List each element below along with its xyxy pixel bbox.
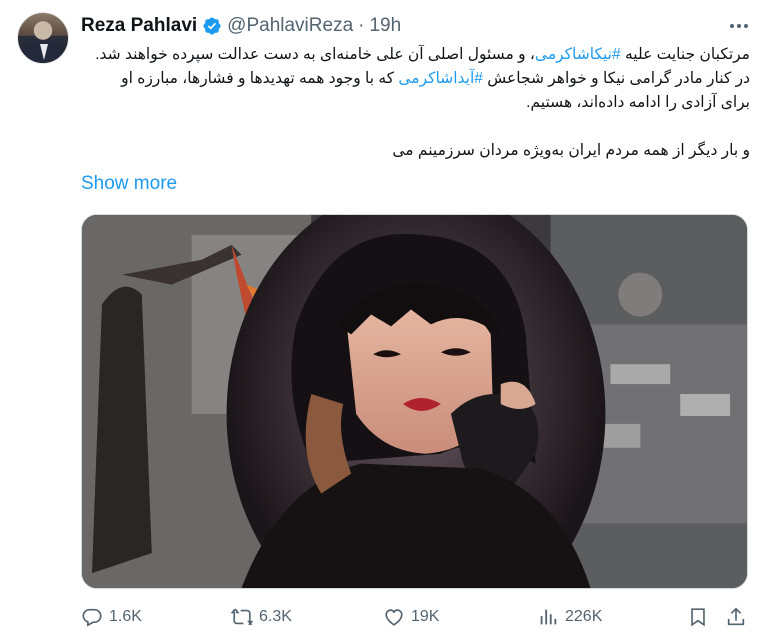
tweet-text-line: برای آزادی را ادامه داده‌اند، هستیم. bbox=[81, 91, 750, 115]
like-button[interactable]: 19K bbox=[383, 606, 439, 628]
tweet-text-segment: و بار دیگر از همه مردم ایران به‌ویژه مرد… bbox=[392, 142, 750, 159]
bookmark-icon bbox=[691, 608, 705, 627]
author-handle[interactable]: @PahlaviReza bbox=[227, 15, 353, 37]
repost-icon bbox=[231, 608, 253, 626]
tweet-text-line: و بار دیگر از همه مردم ایران به‌ویژه مرد… bbox=[81, 139, 750, 163]
separator-dot: · bbox=[358, 15, 365, 36]
author-avatar[interactable] bbox=[17, 12, 69, 64]
hashtag-link[interactable]: #آیداشاکرمی bbox=[398, 70, 483, 87]
verified-badge-icon bbox=[202, 16, 222, 36]
repost-button[interactable]: 6.3K bbox=[231, 606, 292, 628]
tweet-text-segment: که با وجود همه تهدیدها و فشارها، مبارزه … bbox=[121, 70, 399, 87]
tweet-text-segment: مرتکبان جنایت علیه bbox=[620, 46, 750, 63]
tweet-text-line bbox=[81, 115, 750, 139]
tweet-text-line: مرتکبان جنایت علیه #نیکاشاکرمی، و مسئول … bbox=[81, 43, 750, 67]
like-count: 19K bbox=[411, 608, 440, 625]
tweet-text: مرتکبان جنایت علیه #نیکاشاکرمی، و مسئول … bbox=[81, 43, 750, 163]
share-icon bbox=[727, 607, 745, 626]
views-button[interactable]: 226K bbox=[537, 606, 602, 628]
reply-count: 1.6K bbox=[109, 608, 142, 625]
tweet-text-line: در کنار مادر گرامی نیکا و خواهر شجاعش #آ… bbox=[81, 67, 750, 91]
repost-count: 6.3K bbox=[259, 608, 292, 625]
reply-button[interactable]: 1.6K bbox=[81, 606, 142, 628]
heart-icon bbox=[385, 609, 403, 626]
tweet-text-segment: ، و مسئول اصلی آن علی خامنه‌ای به دست عد… bbox=[95, 46, 535, 63]
more-options-icon[interactable] bbox=[724, 14, 754, 38]
show-more-link[interactable]: Show more bbox=[81, 173, 177, 195]
tweet-header: Reza Pahlavi @PahlaviReza · 19h bbox=[81, 14, 401, 38]
tweet-timestamp[interactable]: 19h bbox=[369, 15, 401, 37]
reply-icon bbox=[82, 608, 102, 627]
bookmark-button[interactable] bbox=[687, 606, 709, 628]
tweet-text-segment: در کنار مادر گرامی نیکا و خواهر شجاعش bbox=[482, 70, 750, 87]
tweet-action-bar: 1.6K 6.3K 19K 226K bbox=[81, 606, 748, 632]
author-name[interactable]: Reza Pahlavi bbox=[81, 15, 197, 37]
hashtag-link[interactable]: #نیکاشاکرمی bbox=[535, 46, 621, 63]
views-chart-icon bbox=[540, 609, 557, 625]
share-button[interactable] bbox=[725, 606, 747, 628]
tweet-text-segment: برای آزادی را ادامه داده‌اند، هستیم. bbox=[526, 94, 750, 111]
views-count: 226K bbox=[565, 608, 603, 625]
tweet-media-image[interactable] bbox=[81, 214, 748, 589]
